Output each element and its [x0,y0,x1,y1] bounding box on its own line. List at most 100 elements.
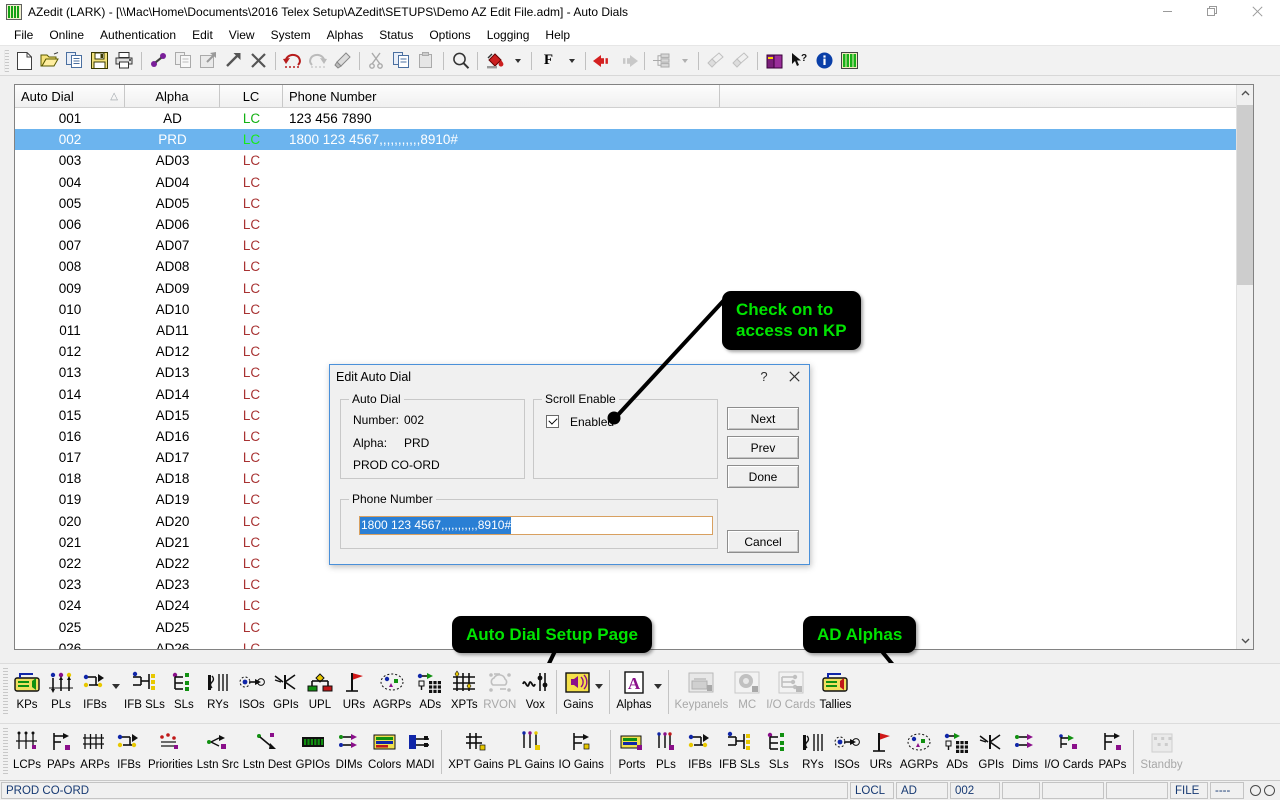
maximize-restore-button[interactable] [1190,0,1235,24]
copy-page-icon[interactable] [62,49,87,73]
toolbar-button-pls[interactable]: PLs [649,724,683,771]
chevron-down-icon[interactable] [595,684,604,689]
toolbar-button-kps[interactable]: KPs [10,664,44,711]
toolbar-button-isos[interactable]: ISOs [830,724,864,771]
bottom-toolbar-primary-grip[interactable] [3,668,8,716]
toolbar-button-ifb-sls[interactable]: IFB SLs [717,724,762,771]
toolbar-button-paps[interactable]: PAPs [44,724,78,771]
toolbar-button-paps[interactable]: PAPs [1095,724,1129,771]
toolbar-button-vox[interactable]: Vox [518,664,552,711]
context-help-icon[interactable]: ? [787,49,812,73]
table-row[interactable]: 001 AD LC 123 456 7890 [15,108,1253,129]
table-row[interactable]: 011 AD11 LC [15,320,1253,341]
search-icon[interactable] [448,49,473,73]
table-row[interactable]: 023 AD23 LC [15,574,1253,595]
toolbar-button-rys[interactable]: RYs [796,724,830,771]
menu-item-file[interactable]: File [6,26,41,44]
toolbar-button-sls[interactable]: SLs [762,724,796,771]
copy-icon[interactable] [389,49,414,73]
toolbar-button-pls[interactable]: PLs [44,664,78,711]
cancel-button[interactable]: Cancel [727,530,799,553]
table-row[interactable]: 006 AD06 LC [15,214,1253,235]
toolbar-button-lcps[interactable]: LCPs [10,724,44,771]
toolbar-button-tallies[interactable]: Tallies [817,664,853,711]
menu-item-status[interactable]: Status [371,26,421,44]
network-dropdown[interactable] [674,49,694,73]
toolbar-button-isos[interactable]: ISOs [235,664,269,711]
fill-color-dropdown[interactable] [507,49,527,73]
done-button[interactable]: Done [727,465,799,488]
print-icon[interactable] [112,49,137,73]
toolbar-button-ifbs[interactable]: IFBs [112,724,146,771]
scrollbar-track[interactable] [1237,102,1253,632]
toolbar-grip[interactable] [4,49,9,72]
prev-button[interactable]: Prev [727,436,799,459]
menu-item-logging[interactable]: Logging [479,26,538,44]
menu-item-help[interactable]: Help [537,26,578,44]
toolbar-button-sls[interactable]: SLs [167,664,201,711]
toolbar-button-lstn-dest[interactable]: Lstn Dest [241,724,294,771]
table-row[interactable]: 004 AD04 LC [15,172,1253,193]
toolbar-button-dims[interactable]: Dims [1008,724,1042,771]
send-icon[interactable] [196,49,221,73]
toolbar-button-lstn-src[interactable]: Lstn Src [195,724,241,771]
toolbar-button-priorities[interactable]: Priorities [146,724,195,771]
table-row[interactable]: 002 PRD LC 1800 123 4567,,,,,,,,,,,8910# [15,129,1253,151]
toolbar-button-agrps[interactable]: AGRPs [371,664,413,711]
toolbar-button-urs[interactable]: URs [337,664,371,711]
toolbar-button-gpis[interactable]: GPIs [974,724,1008,771]
scroll-enabled-checkbox[interactable] [546,415,559,428]
toolbar-button-agrps[interactable]: AGRPs [898,724,940,771]
close-button[interactable] [1235,0,1280,24]
scroll-down-button[interactable] [1237,632,1253,649]
table-row[interactable]: 012 AD12 LC [15,341,1253,362]
table-row[interactable]: 024 AD24 LC [15,595,1253,616]
toolbar-button-ports[interactable]: Ports [615,724,649,771]
column-header-auto-dial[interactable]: Auto Dial △ [15,85,125,107]
forward-arrow-icon[interactable] [615,49,640,73]
toolbar-button-gpis[interactable]: GPIs [269,664,303,711]
table-row[interactable]: 009 AD09 LC [15,278,1253,299]
toolbar-button-pl-gains[interactable]: PL Gains [506,724,557,771]
toolbar-button-ads[interactable]: ADs [940,724,974,771]
table-row[interactable]: 007 AD07 LC [15,235,1253,256]
broom-a-icon[interactable] [703,49,728,73]
clear-x-icon[interactable] [246,49,271,73]
font-dropdown[interactable] [561,49,581,73]
app-grid-icon[interactable] [837,49,862,73]
column-header-extra[interactable] [720,85,1253,107]
menu-item-options[interactable]: Options [421,26,478,44]
chevron-down-icon[interactable] [112,684,120,689]
toolbar-button-madi[interactable]: MADI [403,724,437,771]
toolbar-button-urs[interactable]: URs [864,724,898,771]
table-row[interactable]: 005 AD05 LC [15,193,1253,214]
column-header-phone-number[interactable]: Phone Number [283,85,720,107]
open-folder-icon[interactable] [37,49,62,73]
toolbar-button-ads[interactable]: ADs [413,664,447,711]
about-info-icon[interactable] [812,49,837,73]
redo-icon[interactable] [305,49,330,73]
menu-item-edit[interactable]: Edit [184,26,221,44]
new-file-icon[interactable] [12,49,37,73]
dialog-close-button[interactable] [779,366,809,388]
column-header-lc[interactable]: LC [220,85,283,107]
dialog-help-button[interactable]: ? [749,366,779,388]
menu-item-online[interactable]: Online [41,26,92,44]
broom-b-icon[interactable] [728,49,753,73]
toolbar-button-io-gains[interactable]: IO Gains [557,724,606,771]
phone-number-input[interactable]: 1800 123 4567,,,,,,,,,,,8910# [359,516,713,535]
table-row[interactable]: 010 AD10 LC [15,299,1253,320]
eraser-icon[interactable] [330,49,355,73]
toolbar-button-rys[interactable]: RYs [201,664,235,711]
list-vertical-scrollbar[interactable] [1236,85,1253,649]
toolbar-button-alphas[interactable]: A Alphas [614,664,653,711]
toolbar-button-colors[interactable]: Colors [366,724,403,771]
toolbar-button-xpts[interactable]: XPTs [447,664,481,711]
upload-arrow-icon[interactable] [221,49,246,73]
back-arrow-icon[interactable] [590,49,615,73]
next-button[interactable]: Next [727,407,799,430]
toolbar-button-ifb-sls[interactable]: IFB SLs [122,664,167,711]
minimize-button[interactable] [1145,0,1190,24]
bottom-toolbar-alphas-grip[interactable] [3,728,8,776]
table-row[interactable]: 003 AD03 LC [15,150,1253,171]
